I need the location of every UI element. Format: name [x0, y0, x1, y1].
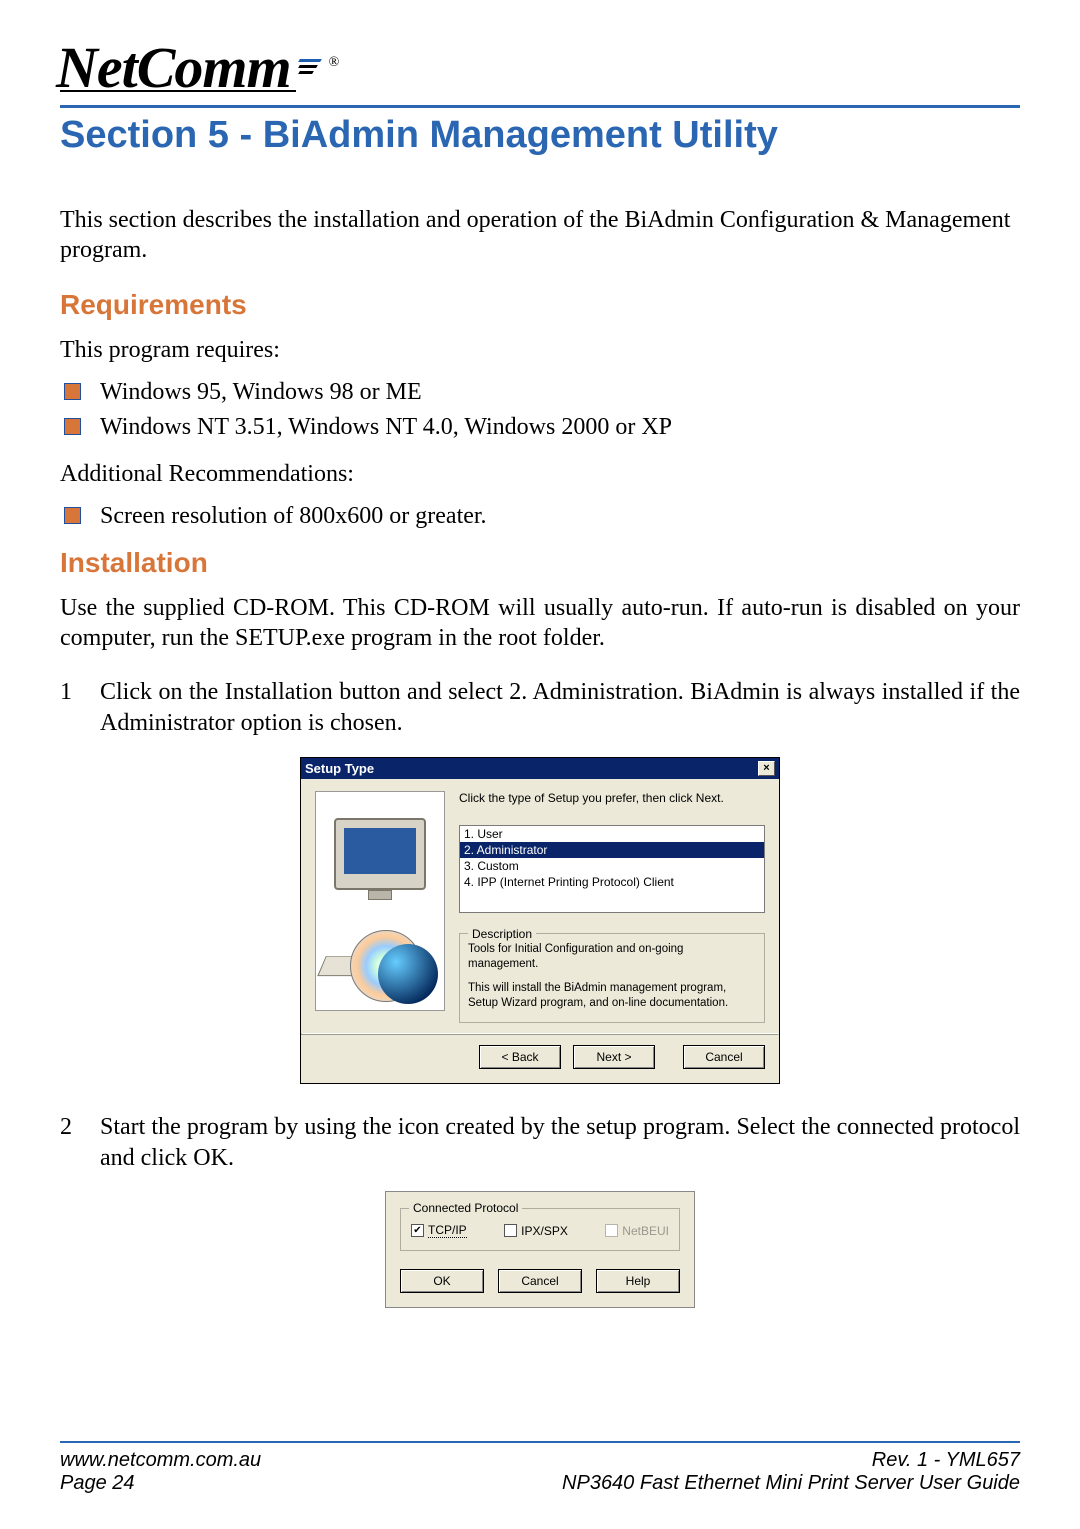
netbeui-checkbox: NetBEUI — [605, 1223, 669, 1238]
header-rule — [60, 105, 1020, 108]
footer-page: Page 24 — [60, 1472, 135, 1495]
installation-heading: Installation — [60, 547, 1020, 579]
ipxspx-label: IPX/SPX — [521, 1224, 568, 1238]
netbeui-label: NetBEUI — [622, 1224, 669, 1238]
additional-recommendations-list: Screen resolution of 800x600 or greater. — [60, 499, 1020, 534]
requirements-item: Windows NT 3.51, Windows NT 4.0, Windows… — [60, 410, 1020, 445]
page-title: Section 5 - BiAdmin Management Utility — [60, 114, 1020, 157]
logo-underline — [60, 90, 296, 92]
next-button[interactable]: Next > — [573, 1045, 655, 1069]
setup-type-listbox[interactable]: 1. User 2. Administrator 3. Custom 4. IP… — [459, 825, 765, 913]
ok-button[interactable]: OK — [400, 1269, 484, 1293]
tcpip-label: TCP/IP — [428, 1223, 467, 1238]
help-button[interactable]: Help — [596, 1269, 680, 1293]
description-groupbox: Description Tools for Initial Configurat… — [459, 933, 765, 1023]
connected-protocol-legend: Connected Protocol — [409, 1201, 522, 1215]
setup-wizard-image — [315, 791, 445, 1011]
setup-type-figure: Setup Type × Click the type of Setup you… — [60, 757, 1020, 1084]
installation-step-2: Start the program by using the icon crea… — [60, 1112, 1020, 1173]
intro-paragraph: This section describes the installation … — [60, 205, 1020, 265]
footer-revision: Rev. 1 - YML657 — [872, 1449, 1020, 1472]
checkbox-checked-icon: ✔ — [411, 1224, 424, 1237]
page-footer: www.netcomm.com.au Rev. 1 - YML657 Page … — [60, 1441, 1020, 1495]
cancel-button[interactable]: Cancel — [498, 1269, 582, 1293]
setup-option-user[interactable]: 1. User — [460, 826, 764, 842]
connected-protocol-figure: Connected Protocol ✔ TCP/IP IPX/SPX NetB… — [60, 1191, 1020, 1308]
checkbox-disabled-icon — [605, 1224, 618, 1237]
setup-option-custom[interactable]: 3. Custom — [460, 858, 764, 874]
footer-rule — [60, 1441, 1020, 1443]
dialog-titlebar: Setup Type × — [301, 758, 779, 779]
ipxspx-checkbox[interactable]: IPX/SPX — [504, 1223, 568, 1238]
requirements-item: Windows 95, Windows 98 or ME — [60, 375, 1020, 410]
setup-option-administrator[interactable]: 2. Administrator — [460, 842, 764, 858]
description-line-2: This will install the BiAdmin management… — [468, 981, 756, 1012]
installation-step-1: Click on the Installation button and sel… — [60, 677, 1020, 738]
description-line-1: Tools for Initial Configuration and on-g… — [468, 942, 756, 973]
additional-recommendations-lead: Additional Recommendations: — [60, 459, 1020, 489]
footer-guide: NP3640 Fast Ethernet Mini Print Server U… — [562, 1472, 1020, 1495]
logo-streaks-icon — [299, 59, 321, 77]
requirements-lead: This program requires: — [60, 335, 1020, 365]
tcpip-checkbox[interactable]: ✔ TCP/IP — [411, 1223, 467, 1238]
footer-url: www.netcomm.com.au — [60, 1449, 261, 1472]
installation-steps: Click on the Installation button and sel… — [60, 677, 1020, 738]
cancel-button[interactable]: Cancel — [683, 1045, 765, 1069]
installation-lead: Use the supplied CD-ROM. This CD-ROM wil… — [60, 593, 1020, 653]
dialog-title-text: Setup Type — [305, 761, 374, 776]
connected-protocol-dialog: Connected Protocol ✔ TCP/IP IPX/SPX NetB… — [385, 1191, 695, 1308]
requirements-heading: Requirements — [60, 289, 1020, 321]
connected-protocol-groupbox: Connected Protocol ✔ TCP/IP IPX/SPX NetB… — [400, 1208, 680, 1251]
additional-recommendations-item: Screen resolution of 800x600 or greater. — [60, 499, 1020, 534]
setup-type-dialog: Setup Type × Click the type of Setup you… — [300, 757, 780, 1084]
close-icon[interactable]: × — [758, 761, 775, 776]
description-legend: Description — [468, 926, 536, 942]
back-button[interactable]: < Back — [479, 1045, 561, 1069]
requirements-list: Windows 95, Windows 98 or ME Windows NT … — [60, 375, 1020, 445]
checkbox-icon — [504, 1224, 517, 1237]
installation-steps-cont: Start the program by using the icon crea… — [60, 1112, 1020, 1173]
setup-prompt: Click the type of Setup you prefer, then… — [459, 791, 765, 805]
setup-option-ipp[interactable]: 4. IPP (Internet Printing Protocol) Clie… — [460, 874, 764, 890]
registered-mark: ® — [329, 55, 340, 71]
